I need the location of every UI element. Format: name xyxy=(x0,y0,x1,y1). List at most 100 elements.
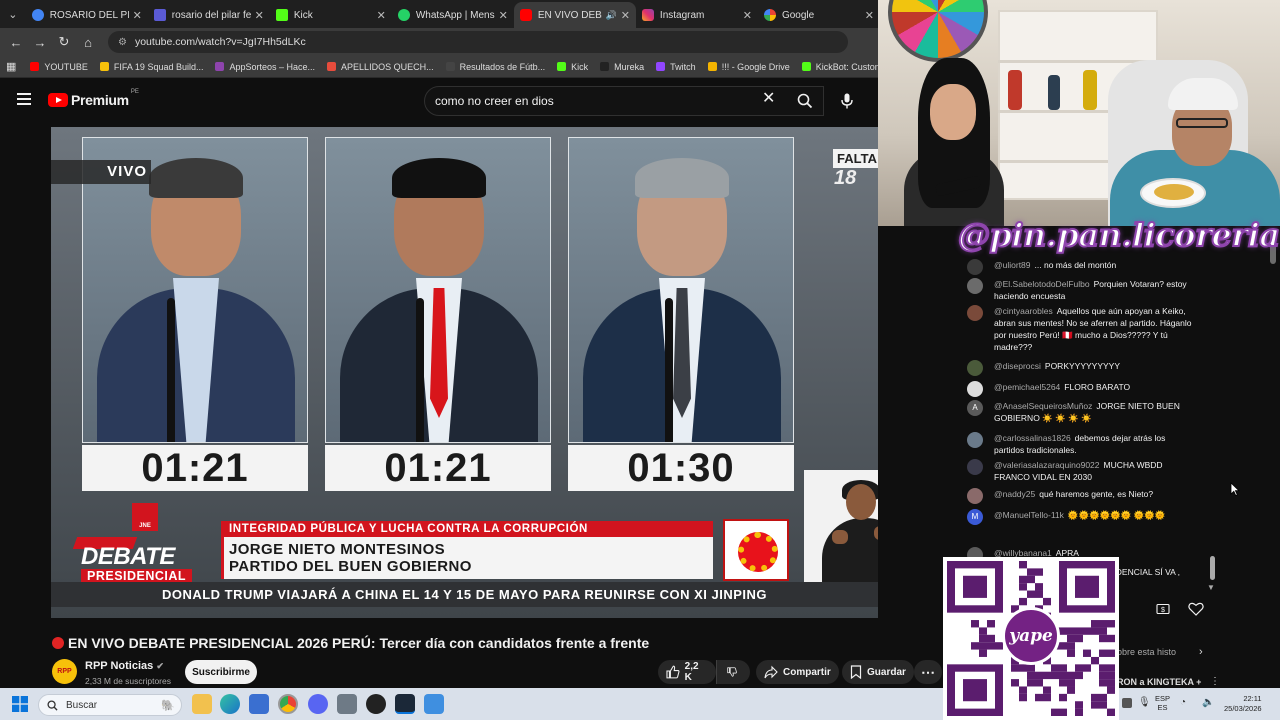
chat-message: M @ManuelTello-11k 🌞🌞🌞🌞🌞🌞 🌞🌞🌞 xyxy=(967,509,1197,525)
search-button[interactable] xyxy=(786,86,824,116)
browser-tab[interactable]: WhatsApp | Mensajer ✕ xyxy=(392,2,514,28)
browser-tab[interactable]: rosario del pilar ferna ✕ xyxy=(148,2,270,28)
browser-tab[interactable]: Kick ✕ xyxy=(270,2,392,28)
verified-icon: ✔ xyxy=(156,661,164,671)
streamer-cap xyxy=(1168,78,1238,110)
browser-tab[interactable]: Instagram ✕ xyxy=(636,2,758,28)
chat-author[interactable]: @carlossalinas1826 xyxy=(994,433,1071,443)
bookmark-label: !!! - Google Drive xyxy=(721,61,790,72)
speaker-icon[interactable]: 🔊 xyxy=(605,10,616,21)
bookmark-label: Resultados de Fútb... xyxy=(459,61,546,72)
save-button[interactable]: Guardar xyxy=(842,660,914,684)
chat-author[interactable]: @diseprocsi xyxy=(994,361,1041,371)
bookmark-item[interactable]: AppSorteos – Hace... xyxy=(215,62,315,72)
dislike-button[interactable] xyxy=(716,660,750,684)
chat-avatar: M xyxy=(967,509,983,525)
bookmark-item[interactable]: Mureka xyxy=(600,62,644,72)
steam-icon[interactable] xyxy=(395,694,415,714)
tray-icon[interactable] xyxy=(1122,698,1132,708)
chat-author[interactable]: @valeriasalazaraquino9022 xyxy=(994,460,1100,470)
chat-author[interactable]: @pemichael5264 xyxy=(994,382,1060,392)
share-icon xyxy=(764,665,778,679)
obs-icon[interactable] xyxy=(366,694,386,714)
scroll-down-icon[interactable]: ▼ xyxy=(1207,583,1215,592)
chat-author[interactable]: @AnaselSequeirosMuñoz xyxy=(994,401,1092,411)
bookmark-item[interactable]: Resultados de Fútb... xyxy=(445,61,546,72)
bookmarks-bar: ▦ YOUTUBE FIFA 19 Squad Build... AppSorteo… xyxy=(0,56,953,78)
kebab-menu-icon[interactable]: ⋮ xyxy=(1210,676,1220,687)
address-bar[interactable]: ⚙ youtube.com/watch?v=JgI7Hh5dLKc xyxy=(108,31,848,53)
chat-scroll-thumb[interactable] xyxy=(1210,556,1215,580)
like-button[interactable]: 2,2 K xyxy=(658,660,716,684)
close-icon[interactable]: ✕ xyxy=(621,9,630,22)
hand xyxy=(874,526,878,540)
store-icon[interactable] xyxy=(249,694,269,714)
bookmark-item[interactable]: Twitch xyxy=(656,62,696,72)
windows-start-icon[interactable] xyxy=(12,696,28,717)
home-icon[interactable]: ⌂ xyxy=(76,35,100,50)
chat-author[interactable]: @ManuelTello-11k xyxy=(994,510,1064,520)
keyboard-language[interactable]: ESP ES xyxy=(1155,694,1170,712)
bookmark-item[interactable]: FIFA 19 Squad Build... xyxy=(99,61,204,72)
wifi-icon[interactable]: ◔ xyxy=(1180,697,1186,708)
chevron-right-icon[interactable]: › xyxy=(1199,646,1203,658)
news-ticker: DONALD TRUMP VIAJARÁ A CHINA EL 14 Y 15 … xyxy=(51,582,878,607)
spreadsheet-icon[interactable] xyxy=(337,694,357,714)
chat-author[interactable]: @El.SabelotodoDelFulbo xyxy=(994,279,1090,289)
close-icon[interactable]: ✕ xyxy=(255,9,264,22)
close-icon[interactable]: ✕ xyxy=(865,9,874,22)
voice-search-button[interactable] xyxy=(836,86,858,116)
bookmark-item[interactable]: Kick xyxy=(557,62,588,72)
chat-author[interactable]: @uliort89 xyxy=(994,260,1031,270)
browser-tab[interactable]: Google ✕ xyxy=(758,2,880,28)
bookmark-label: FIFA 19 Squad Build... xyxy=(113,61,204,72)
close-icon[interactable]: ✕ xyxy=(499,9,508,22)
bookmark-item[interactable]: !!! - Google Drive xyxy=(707,61,790,72)
browser-tab-active[interactable]: EN VIVO DEBA 🔊 ✕ xyxy=(513,2,636,28)
back-icon[interactable]: ← xyxy=(4,35,28,50)
share-button[interactable]: Compartir xyxy=(756,660,839,684)
taskbar-search-input[interactable]: Buscar 🐘 xyxy=(38,694,182,716)
more-actions-button[interactable]: ⋯ xyxy=(914,660,942,684)
bookmark-icon xyxy=(215,62,225,71)
video-player[interactable]: 01:21 01:21 01:30 VIVO FALTA 18 JNE DEBA… xyxy=(51,127,878,618)
subscribe-button[interactable]: Suscribirme xyxy=(185,660,257,684)
microphone-tray-icon[interactable]: 🎙 xyxy=(1138,697,1151,708)
site-info-icon[interactable]: ⚙ xyxy=(118,37,127,48)
app-icon[interactable] xyxy=(424,694,444,714)
react-button[interactable] xyxy=(1188,602,1204,621)
file-explorer-icon[interactable] xyxy=(192,694,212,714)
volume-icon[interactable]: 🔈 xyxy=(1202,697,1214,708)
clear-search-icon[interactable]: ✕ xyxy=(762,88,775,108)
super-chat-button[interactable]: $ xyxy=(1156,602,1170,621)
chat-text: 🌞🌞🌞🌞🌞🌞 🌞🌞🌞 xyxy=(1067,510,1166,520)
bookmark-item[interactable]: YOUTUBE xyxy=(30,62,88,72)
apps-grid-icon[interactable]: ▦ xyxy=(6,60,16,73)
reload-icon[interactable]: ↻ xyxy=(52,34,76,50)
bookmark-item[interactable]: APELLIDOS QUECH... xyxy=(327,62,434,72)
close-icon[interactable]: ✕ xyxy=(133,9,142,22)
close-icon[interactable]: ✕ xyxy=(377,9,386,22)
channel-name[interactable]: RPP Noticias ✔ xyxy=(85,660,164,672)
search-query: como no creer en dios xyxy=(435,94,554,108)
chat-author[interactable]: @naddy25 xyxy=(994,489,1035,499)
channel-avatar[interactable]: RPP xyxy=(52,659,77,684)
chat-avatar xyxy=(967,381,983,397)
youtube-logo[interactable]: Premium PE xyxy=(48,89,139,108)
chat-author[interactable]: @cintyaarobles xyxy=(994,306,1053,316)
browser-tab[interactable]: ROSARIO DEL PILAR ✕ xyxy=(26,2,148,28)
chrome-icon[interactable] xyxy=(278,694,298,714)
system-clock[interactable]: 22:11 25/03/2026 xyxy=(1224,694,1262,714)
tab-search-button[interactable]: ⌄ xyxy=(0,0,26,28)
chat-message: @cintyaarobles Aquellos que aún apoyan a … xyxy=(967,305,1197,353)
discord-icon[interactable] xyxy=(308,694,328,714)
menu-icon[interactable] xyxy=(17,93,31,105)
forward-icon[interactable]: → xyxy=(28,35,52,50)
close-icon[interactable]: ✕ xyxy=(743,9,752,22)
edge-icon[interactable] xyxy=(220,694,240,714)
figurine xyxy=(1083,70,1097,110)
youtube-play-icon xyxy=(48,93,68,107)
chat-message: A @AnaselSequeirosMuñoz JORGE NIETO BUEN … xyxy=(967,400,1197,424)
bookmark-icon xyxy=(327,62,337,71)
chat-message: @El.SabelotodoDelFulbo Porquien Votaran? … xyxy=(967,278,1197,302)
